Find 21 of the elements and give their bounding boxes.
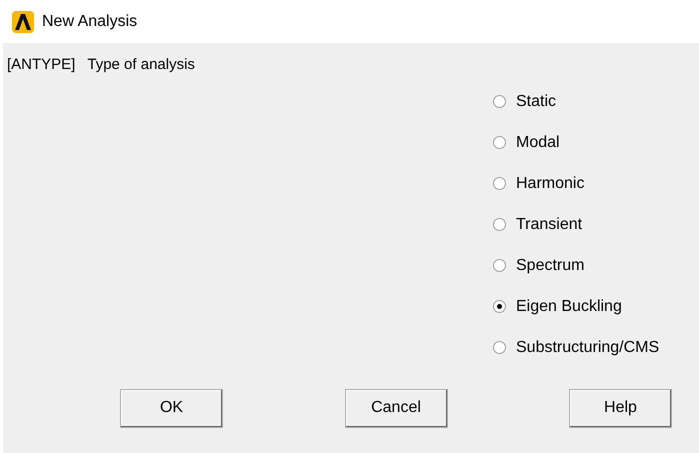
radio-option[interactable]: Transient [493, 214, 582, 236]
radio-button[interactable] [493, 136, 506, 149]
radio-button[interactable] [493, 300, 506, 313]
radio-button[interactable] [493, 259, 506, 272]
dialog-button[interactable]: Cancel [344, 388, 448, 428]
radio-button[interactable] [493, 218, 506, 231]
command-name: [ANTYPE] [7, 55, 76, 75]
radio-option[interactable]: Modal [493, 132, 560, 154]
window-title: New Analysis [42, 12, 138, 32]
radio-option[interactable]: Spectrum [493, 254, 584, 276]
radio-option[interactable]: Substructuring/CMS [493, 336, 660, 358]
dialog-button[interactable]: OK [120, 388, 223, 428]
radio-option[interactable]: Harmonic [493, 172, 584, 194]
prompt-label: Type of analysis [87, 55, 195, 75]
radio-button[interactable] [493, 341, 506, 354]
radio-button[interactable] [493, 95, 506, 108]
radio-option[interactable]: Eigen Buckling [493, 296, 622, 318]
app-logo-icon [12, 10, 34, 32]
radio-option[interactable]: Static [493, 90, 556, 112]
dialog-button[interactable]: Help [569, 388, 672, 428]
radio-button[interactable] [493, 177, 506, 190]
